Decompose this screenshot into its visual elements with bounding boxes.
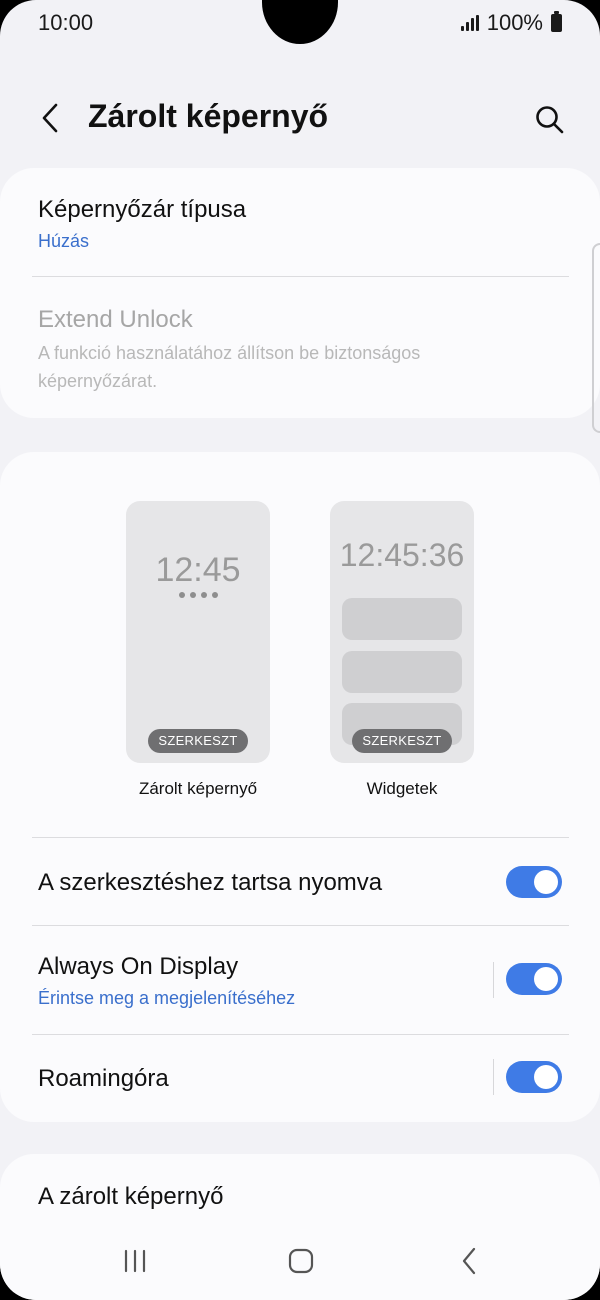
setting-row-hold-to-edit[interactable]: A szerkesztéshez tartsa nyomva xyxy=(0,838,600,926)
scroll-indicator xyxy=(592,243,600,433)
setting-row-always-on-display[interactable]: Always On Display Érintse meg a megjelen… xyxy=(0,926,600,1034)
nav-back-icon xyxy=(462,1247,476,1275)
lock-type-title: Képernyőzár típusa xyxy=(38,196,247,223)
back-button[interactable] xyxy=(30,98,70,138)
extend-unlock-title: Extend Unlock xyxy=(38,306,193,333)
section-title: A zárolt képernyő xyxy=(38,1183,224,1210)
edit-widgets-button[interactable]: SZERKESZT xyxy=(352,729,452,753)
status-bar: 10:00 100% xyxy=(0,0,600,50)
setting-subtitle: Érintse meg a megjelenítéséhez xyxy=(38,988,296,1008)
home-button[interactable] xyxy=(271,1239,331,1283)
setting-title: Always On Display xyxy=(38,953,239,980)
lock-screen-preview[interactable]: 12:45 SZERKESZT xyxy=(126,501,270,763)
preview-clock: 12:45 xyxy=(155,551,241,589)
pin-dots xyxy=(126,592,270,598)
edit-lock-screen-button[interactable]: SZERKESZT xyxy=(148,729,248,753)
recents-icon xyxy=(124,1249,146,1273)
search-icon xyxy=(536,106,564,134)
widget-placeholder xyxy=(342,598,462,640)
widgets-preview[interactable]: 12:45:36 SZERKESZT xyxy=(330,501,474,763)
lock-type-row[interactable]: Képernyőzár típusa Húzás xyxy=(0,168,600,276)
recents-button[interactable] xyxy=(105,1239,165,1283)
lock-settings-card: Képernyőzár típusa Húzás Extend Unlock A… xyxy=(0,168,600,418)
extend-unlock-row: Extend Unlock A funkció használatához ál… xyxy=(0,277,600,417)
app-bar: Zárolt képernyő xyxy=(0,80,600,160)
screen: 10:00 100% Zárolt képernyő Képernyőzár t… xyxy=(0,0,600,1300)
status-indicators: 100% xyxy=(460,10,562,36)
lock-type-value: Húzás xyxy=(38,231,90,251)
separator xyxy=(493,1059,494,1095)
setting-row-roaming-clock[interactable]: Roamingóra xyxy=(0,1035,600,1121)
setting-title: A szerkesztéshez tartsa nyomva xyxy=(38,869,383,896)
lock-screen-caption: Zárolt képernyő xyxy=(138,779,258,798)
page-title: Zárolt képernyő xyxy=(88,98,329,134)
nav-back-button[interactable] xyxy=(440,1239,500,1283)
battery-icon xyxy=(551,11,562,32)
battery-percent: 100% xyxy=(486,10,543,35)
widget-placeholder xyxy=(342,651,462,693)
extend-unlock-description: A funkció használatához állítson be bizt… xyxy=(38,343,421,391)
preview-clock: 12:45:36 xyxy=(339,537,465,573)
search-button[interactable] xyxy=(528,98,572,142)
always-on-display-toggle[interactable] xyxy=(506,963,562,995)
separator xyxy=(493,962,494,998)
roaming-clock-toggle[interactable] xyxy=(506,1061,562,1093)
hold-to-edit-toggle[interactable] xyxy=(506,866,562,898)
customization-card: 12:45 SZERKESZT Zárolt képernyő 12:45:36… xyxy=(0,452,600,1122)
back-icon xyxy=(42,103,58,133)
widgets-caption: Widgetek xyxy=(366,779,438,798)
navigation-bar xyxy=(0,1225,600,1300)
setting-title: Roamingóra xyxy=(38,1065,169,1092)
status-time: 10:00 xyxy=(38,10,94,35)
signal-icon xyxy=(460,15,479,31)
home-icon xyxy=(288,1248,314,1274)
